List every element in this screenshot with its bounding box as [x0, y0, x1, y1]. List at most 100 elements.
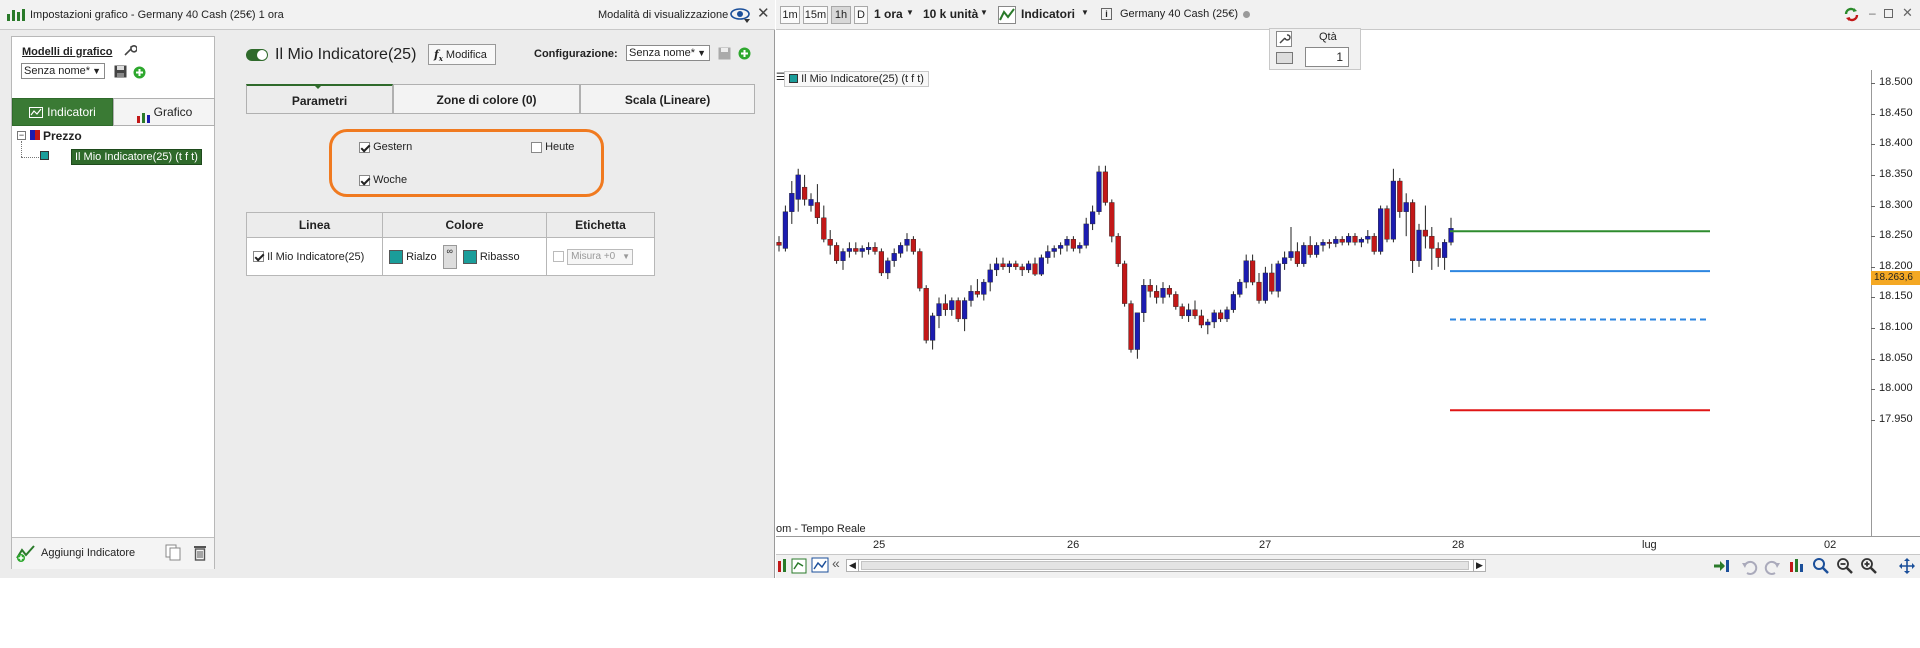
instrument-name[interactable]: Germany 40 Cash (25€): [1120, 8, 1238, 20]
zoom-area-icon[interactable]: [1812, 557, 1830, 575]
qty-input[interactable]: 1: [1305, 47, 1349, 67]
expand-chart-icon[interactable]: [1898, 557, 1916, 575]
wrench-icon[interactable]: [123, 43, 138, 57]
keyboard-icon[interactable]: [1276, 52, 1293, 64]
col-label: Etichetta: [546, 212, 655, 238]
tab-parameters-label: Parametri: [291, 94, 348, 108]
line-checkbox[interactable]: [253, 251, 264, 263]
add-indicator-button[interactable]: Aggiungi Indicatore: [41, 547, 135, 559]
delete-icon[interactable]: [193, 544, 207, 561]
tree-root-price[interactable]: Prezzo: [43, 129, 82, 143]
copy-icon[interactable]: [165, 544, 181, 561]
scroll-start-icon[interactable]: «: [832, 555, 840, 571]
candle: [1006, 263, 1013, 268]
indicator-swatch-icon: [40, 151, 49, 160]
edit-indicator-button[interactable]: fx Modifica: [428, 44, 496, 65]
refresh-icon[interactable]: [1842, 5, 1861, 24]
maximize-icon[interactable]: [1884, 9, 1893, 18]
redo-icon[interactable]: [1764, 557, 1782, 575]
tab-color-zones[interactable]: Zone di colore (0): [393, 84, 580, 114]
candle: [795, 174, 801, 200]
candle: [1294, 251, 1301, 264]
tree-item-my-indicator[interactable]: Il Mio Indicatore(25) (t f t): [71, 149, 202, 165]
up-label: Rialzo: [406, 250, 437, 263]
candle: [1025, 263, 1032, 271]
candle: [917, 251, 923, 289]
view-mode-label[interactable]: Modalità di visualizzazione: [598, 9, 728, 21]
close-icon[interactable]: ✕: [757, 6, 771, 22]
go-to-end-icon[interactable]: [1712, 557, 1730, 575]
tab-chart[interactable]: Grafico: [113, 98, 215, 126]
tf-1h[interactable]: 1h: [831, 6, 851, 24]
chart-models-label: Modelli di grafico: [22, 46, 113, 58]
date-tick-label: 02: [1824, 539, 1837, 551]
candle: [1179, 306, 1185, 317]
tree-collapse-icon[interactable]: −: [17, 131, 26, 140]
line-table: Linea Colore Etichetta Il Mio Indicatore…: [246, 212, 655, 276]
link-colors-icon[interactable]: ∞: [442, 244, 457, 269]
candle: [1346, 235, 1352, 243]
period-select[interactable]: 1 ora: [874, 7, 903, 21]
tab-indicators-label: Indicatori: [47, 105, 96, 119]
label-select[interactable]: Misura +0 ▼: [567, 248, 634, 265]
chart-toolbar: 1m 15m 1h D 1 ora ▼ 10 k unità ▼ Indicat…: [776, 0, 1920, 30]
tf-d[interactable]: D: [854, 6, 868, 24]
indicators-button[interactable]: Indicatori: [1021, 7, 1075, 21]
price-chart[interactable]: [776, 70, 1871, 536]
undo-icon[interactable]: [1740, 557, 1758, 575]
chart-model-value: Senza nome*: [24, 65, 91, 77]
candle: [1230, 294, 1237, 310]
save-config-icon[interactable]: [718, 47, 731, 60]
line-chart-type-icon[interactable]: [811, 557, 829, 575]
chart-model-select[interactable]: Senza nome* ▼: [21, 63, 105, 79]
candle: [789, 193, 795, 212]
info-icon[interactable]: i: [1101, 8, 1112, 20]
date-tick-label: 28: [1452, 539, 1465, 551]
candle: [859, 248, 865, 252]
add-indicator-icon[interactable]: [16, 544, 36, 562]
order-settings-icon[interactable]: [1276, 31, 1292, 47]
label-checkbox[interactable]: [553, 251, 564, 262]
candle: [1365, 235, 1371, 240]
scrollbar-thumb[interactable]: [861, 561, 1469, 570]
up-color-swatch[interactable]: [389, 249, 403, 264]
price-flag-icon: [30, 130, 40, 140]
chart-settings-icon[interactable]: [1788, 557, 1806, 575]
candle: [1269, 272, 1275, 292]
candle: [1090, 211, 1096, 225]
candle-chart-type-icon[interactable]: [790, 557, 808, 575]
close-icon[interactable]: ✕: [1902, 5, 1913, 21]
minimize-icon[interactable]: –: [1869, 6, 1876, 20]
candle: [872, 247, 878, 252]
candle: [1198, 315, 1205, 326]
zoom-out-icon[interactable]: [1836, 557, 1854, 575]
price-tick-label: 18.050: [1879, 351, 1913, 364]
configuration-select[interactable]: Senza nome* ▼: [626, 45, 710, 61]
scroll-left-icon[interactable]: ◀: [847, 559, 859, 572]
candle: [1326, 242, 1333, 244]
units-select[interactable]: 10 k unità: [923, 7, 978, 21]
tf-1m[interactable]: 1m: [780, 6, 800, 24]
view-mode-eye-icon[interactable]: [730, 6, 752, 24]
tf-15m[interactable]: 15m: [803, 6, 828, 24]
indicator-toggle[interactable]: [246, 49, 268, 61]
candle: [1070, 239, 1077, 249]
add-model-icon[interactable]: [133, 66, 146, 79]
indicators-toolbar-icon[interactable]: [998, 6, 1016, 24]
down-label: Ribasso: [479, 250, 520, 263]
line-cell[interactable]: Il Mio Indicatore(25): [246, 237, 383, 276]
scroll-right-icon[interactable]: ▶: [1473, 559, 1485, 572]
add-config-icon[interactable]: [738, 47, 751, 60]
candle: [1058, 245, 1064, 249]
save-model-icon[interactable]: [114, 65, 127, 78]
candle: [910, 239, 917, 252]
down-color-swatch[interactable]: [462, 249, 477, 264]
col-line: Linea: [246, 212, 383, 238]
tab-indicators[interactable]: Indicatori: [12, 98, 113, 126]
candle: [1237, 281, 1243, 295]
tab-scale[interactable]: Scala (Lineare): [580, 84, 755, 114]
price-tick-label: 18.450: [1879, 106, 1913, 119]
zoom-in-icon[interactable]: [1860, 557, 1878, 575]
date-tick-label: lug: [1642, 539, 1657, 551]
price-tick: [1871, 113, 1875, 115]
